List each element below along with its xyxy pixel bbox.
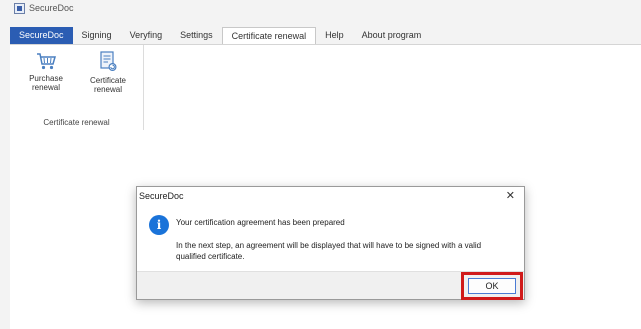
- tab-settings[interactable]: Settings: [171, 27, 222, 44]
- certificate-renewal-button[interactable]: Certificate renewal: [83, 51, 133, 94]
- purchase-renewal-line1: Purchase: [29, 74, 63, 83]
- ribbon-group-certificate-renewal: Purchase renewal Certificate renewal Cer…: [10, 45, 144, 130]
- purchase-renewal-line2: renewal: [31, 83, 60, 92]
- ribbon-group-label: Certificate renewal: [43, 118, 110, 127]
- menu-tabs: SecureDoc Signing Veryfing Settings Cert…: [10, 27, 430, 44]
- message-dialog: SecureDoc ✕ i Your certification agreeme…: [136, 186, 525, 300]
- tab-signing[interactable]: Signing: [73, 27, 121, 44]
- dialog-title: SecureDoc: [139, 191, 184, 201]
- tab-certificate-renewal[interactable]: Certificate renewal: [221, 27, 317, 44]
- tab-about-program[interactable]: About program: [353, 27, 431, 44]
- certificate-renewal-label: Certificate renewal: [83, 76, 133, 94]
- purchase-renewal-button[interactable]: Purchase renewal: [21, 51, 71, 92]
- ribbon: Purchase renewal Certificate renewal Cer…: [10, 44, 641, 131]
- certificate-renewal-line1: Certificate: [89, 76, 126, 85]
- purchase-renewal-label: Purchase renewal: [21, 74, 71, 92]
- app-logo-icon: [14, 3, 25, 14]
- close-icon[interactable]: ✕: [506, 189, 515, 203]
- cart-icon: [37, 53, 56, 70]
- certificate-renewal-line2: renewal: [93, 85, 122, 94]
- dialog-message-main: Your certification agreement has been pr…: [176, 218, 345, 227]
- info-icon: i: [149, 215, 169, 235]
- tab-securedoc[interactable]: SecureDoc: [10, 27, 73, 44]
- tab-veryfing[interactable]: Veryfing: [121, 27, 172, 44]
- certificate-icon: [100, 51, 117, 72]
- tab-help[interactable]: Help: [316, 27, 353, 44]
- window-title: SecureDoc: [29, 3, 74, 13]
- title-bar: SecureDoc: [0, 0, 641, 17]
- dialog-message-detail: In the next step, an agreement will be d…: [176, 241, 482, 261]
- ok-button[interactable]: OK: [468, 278, 516, 294]
